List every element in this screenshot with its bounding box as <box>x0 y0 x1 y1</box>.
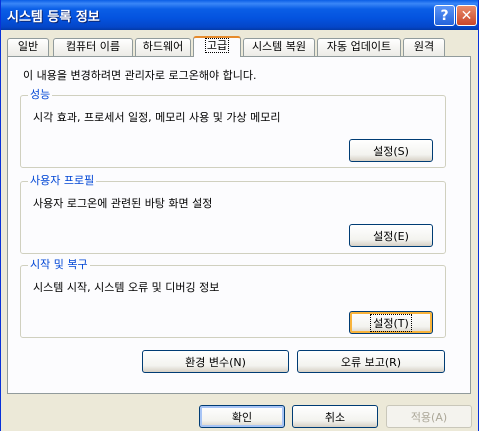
performance-settings-button[interactable]: 설정(S) <box>349 139 433 162</box>
close-button[interactable]: ✕ <box>456 5 477 26</box>
performance-description: 시각 효과, 프로세서 일정, 메모리 사용 및 가상 메모리 <box>33 111 281 124</box>
help-button[interactable]: ? <box>434 5 455 26</box>
cancel-button[interactable]: 취소 <box>292 405 378 428</box>
tab-general[interactable]: 일반 <box>7 38 49 56</box>
title-bar[interactable]: 시스템 등록 정보 ? ✕ <box>1 0 478 30</box>
environment-variables-button[interactable]: 환경 변수(N) <box>142 350 289 373</box>
tab-automatic-updates[interactable]: 자동 업데이트 <box>317 38 401 56</box>
startup-recovery-settings-button[interactable]: 설정(T) <box>349 311 433 334</box>
tab-advanced[interactable]: 고급 <box>193 36 241 57</box>
help-icon: ? <box>440 7 449 24</box>
apply-button[interactable]: 적용(A) <box>386 405 472 428</box>
tab-system-restore[interactable]: 시스템 복원 <box>243 38 315 56</box>
performance-title: 성능 <box>28 88 53 101</box>
window-title: 시스템 등록 정보 <box>7 10 100 25</box>
ok-button[interactable]: 확인 <box>199 405 285 428</box>
admin-notice: 이 내용을 변경하려면 관리자로 로그온해야 합니다. <box>23 69 257 82</box>
user-profile-title: 사용자 프로필 <box>28 174 97 187</box>
tab-hardware[interactable]: 하드웨어 <box>135 38 191 56</box>
user-profile-settings-button[interactable]: 설정(E) <box>349 224 433 247</box>
system-properties-window: 시스템 등록 정보 ? ✕ 일반 컴퓨터 이름 하드웨어 고급 시스템 복원 자… <box>0 0 479 431</box>
tab-remote[interactable]: 원격 <box>403 38 445 56</box>
close-icon: ✕ <box>460 7 473 24</box>
startup-recovery-title: 시작 및 복구 <box>28 258 90 271</box>
user-profile-description: 사용자 로그온에 관련된 바탕 화면 설정 <box>33 197 213 210</box>
tab-computer-name[interactable]: 컴퓨터 이름 <box>53 38 133 56</box>
startup-recovery-description: 시스템 시작, 시스템 오류 및 디버깅 정보 <box>33 281 220 294</box>
error-reporting-button[interactable]: 오류 보고(R) <box>297 350 445 373</box>
